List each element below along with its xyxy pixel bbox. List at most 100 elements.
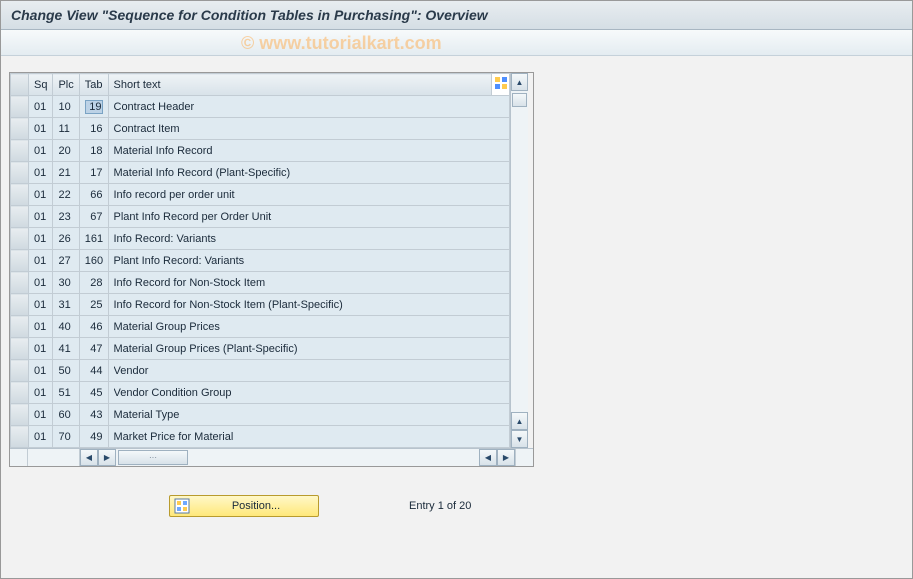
table-row[interactable] (11, 426, 510, 448)
cell-short-text[interactable] (108, 140, 510, 162)
table-settings-button[interactable] (492, 74, 510, 96)
cell-tab[interactable] (79, 162, 108, 184)
sq-input[interactable] (34, 167, 47, 179)
plc-input[interactable] (58, 387, 73, 399)
cell-short-text[interactable] (108, 118, 510, 140)
short-text-input[interactable] (114, 167, 505, 179)
short-text-input[interactable] (114, 321, 505, 333)
sq-input[interactable] (34, 123, 47, 135)
sq-input[interactable] (34, 409, 47, 421)
scroll-down-button[interactable]: ▼ (511, 430, 528, 448)
table-row[interactable] (11, 96, 510, 118)
tab-input[interactable] (85, 233, 103, 245)
row-selector[interactable] (11, 250, 29, 272)
col-plc[interactable]: Plc (53, 74, 79, 96)
cell-sq[interactable] (29, 294, 53, 316)
plc-input[interactable] (58, 211, 73, 223)
table-row[interactable] (11, 382, 510, 404)
plc-input[interactable] (58, 277, 73, 289)
cell-plc[interactable] (53, 250, 79, 272)
cell-sq[interactable] (29, 96, 53, 118)
tab-input[interactable] (85, 431, 103, 443)
row-selector[interactable] (11, 404, 29, 426)
cell-plc[interactable] (53, 140, 79, 162)
cell-sq[interactable] (29, 118, 53, 140)
short-text-input[interactable] (114, 277, 505, 289)
tab-input[interactable] (85, 167, 103, 179)
cell-sq[interactable] (29, 360, 53, 382)
cell-sq[interactable] (29, 184, 53, 206)
cell-plc[interactable] (53, 162, 79, 184)
plc-input[interactable] (58, 101, 73, 113)
short-text-input[interactable] (114, 431, 505, 443)
cell-plc[interactable] (53, 338, 79, 360)
sq-input[interactable] (34, 321, 47, 333)
row-selector[interactable] (11, 162, 29, 184)
sq-input[interactable] (34, 211, 47, 223)
cell-sq[interactable] (29, 228, 53, 250)
plc-input[interactable] (58, 343, 73, 355)
cell-sq[interactable] (29, 140, 53, 162)
cell-short-text[interactable] (108, 206, 510, 228)
cell-sq[interactable] (29, 426, 53, 448)
scroll-up-button[interactable]: ▲ (511, 73, 528, 91)
plc-input[interactable] (58, 145, 73, 157)
cell-plc[interactable] (53, 294, 79, 316)
plc-input[interactable] (58, 365, 73, 377)
sq-input[interactable] (34, 277, 47, 289)
short-text-input[interactable] (114, 101, 505, 113)
table-row[interactable] (11, 360, 510, 382)
cell-plc[interactable] (53, 316, 79, 338)
cell-tab[interactable] (79, 96, 108, 118)
short-text-input[interactable] (114, 123, 505, 135)
sq-input[interactable] (34, 255, 47, 267)
cell-tab[interactable] (79, 382, 108, 404)
scroll-right-button[interactable]: ▶ (497, 449, 515, 466)
tab-input[interactable] (85, 299, 103, 311)
cell-short-text[interactable] (108, 404, 510, 426)
cell-short-text[interactable] (108, 426, 510, 448)
scroll-right-step-button[interactable]: ▶ (98, 449, 116, 466)
plc-input[interactable] (58, 233, 73, 245)
row-selector[interactable] (11, 294, 29, 316)
tab-input[interactable] (85, 387, 103, 399)
table-row[interactable] (11, 272, 510, 294)
cell-tab[interactable] (79, 118, 108, 140)
row-selector[interactable] (11, 96, 29, 118)
sq-input[interactable] (34, 387, 47, 399)
cell-tab[interactable] (79, 404, 108, 426)
row-selector[interactable] (11, 140, 29, 162)
plc-input[interactable] (58, 189, 73, 201)
plc-input[interactable] (58, 123, 73, 135)
sq-input[interactable] (34, 101, 47, 113)
row-selector[interactable] (11, 184, 29, 206)
cell-plc[interactable] (53, 360, 79, 382)
cell-sq[interactable] (29, 250, 53, 272)
scroll-up-step-button[interactable]: ▲ (511, 412, 528, 430)
sq-input[interactable] (34, 343, 47, 355)
short-text-input[interactable] (114, 387, 505, 399)
cell-plc[interactable] (53, 426, 79, 448)
table-row[interactable] (11, 316, 510, 338)
cell-tab[interactable] (79, 272, 108, 294)
row-selector[interactable] (11, 382, 29, 404)
cell-short-text[interactable] (108, 96, 510, 118)
table-row[interactable] (11, 250, 510, 272)
table-row[interactable] (11, 338, 510, 360)
plc-input[interactable] (58, 255, 73, 267)
tab-input[interactable] (85, 123, 103, 135)
sq-input[interactable] (34, 233, 47, 245)
cell-sq[interactable] (29, 338, 53, 360)
plc-input[interactable] (58, 431, 73, 443)
col-short-text[interactable]: Short text (108, 74, 492, 96)
short-text-input[interactable] (114, 233, 505, 245)
row-selector[interactable] (11, 338, 29, 360)
table-row[interactable] (11, 118, 510, 140)
vscroll-thumb[interactable] (512, 93, 527, 107)
row-selector[interactable] (11, 206, 29, 228)
plc-input[interactable] (58, 167, 73, 179)
tab-input[interactable] (85, 277, 103, 289)
cell-short-text[interactable] (108, 338, 510, 360)
sq-input[interactable] (34, 299, 47, 311)
position-button[interactable]: Position... (169, 495, 319, 517)
